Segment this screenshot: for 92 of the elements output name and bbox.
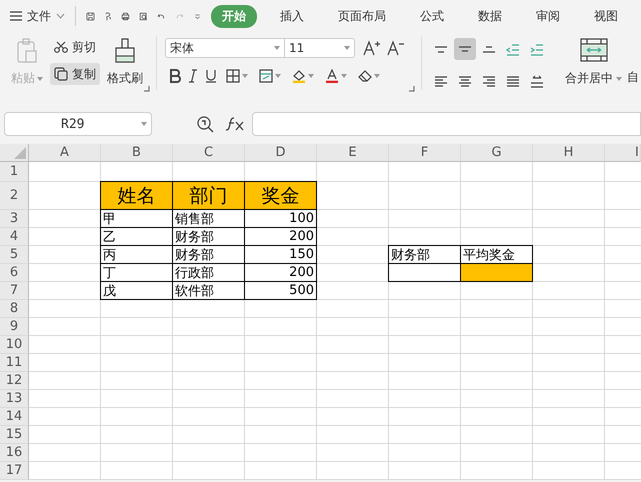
column-header[interactable]: D [245,144,317,162]
row-header[interactable]: 7 [0,282,29,300]
font-color-icon[interactable] [325,69,339,83]
row-header[interactable]: 17 [0,462,29,480]
cut-button[interactable]: 剪切 [50,36,100,58]
dropdown-caret-icon[interactable] [141,122,147,126]
align-center-icon [457,74,473,88]
dropdown-caret-icon[interactable] [344,46,350,50]
align-outdent-icon [505,42,521,56]
row-header[interactable]: 10 [0,336,29,354]
font-name-select[interactable]: 宋体 [165,38,285,58]
merge-cells-icon [580,38,608,62]
ribbon-tab[interactable]: 数据 [467,4,514,28]
row-header[interactable]: 13 [0,390,29,408]
row-header[interactable]: 2 [0,182,29,210]
conditional-format-icon[interactable] [259,69,273,83]
clipboard-icon [16,38,38,64]
copy-button[interactable]: 复制 [50,63,100,85]
file-menu[interactable]: 文件 [10,8,65,24]
bold-icon[interactable] [169,69,181,83]
row-header[interactable]: 9 [0,318,29,336]
decrease-font-size-icon[interactable] [387,40,405,56]
scissors-icon [54,41,68,53]
align-top-icon [435,46,447,52]
align-justify-icon [505,74,521,88]
column-header[interactable]: H [533,144,605,162]
row-header[interactable]: 6 [0,264,29,282]
column-header[interactable]: A [29,144,101,162]
table-header-cell: 部门 [172,181,245,210]
align-middle-button[interactable] [454,38,476,60]
dropdown-caret-icon[interactable] [308,74,314,78]
italic-icon[interactable] [188,69,198,83]
align-right-icon [481,74,497,88]
chevron-down-icon[interactable] [56,13,65,19]
paste-label: 粘贴 [11,70,35,87]
eraser-icon[interactable] [358,69,372,83]
row-header[interactable]: 15 [0,426,29,444]
row-header[interactable]: 11 [0,354,29,372]
dialog-launcher-icon[interactable] [144,86,150,92]
name-box[interactable]: R29 [4,112,152,136]
dropdown-caret-icon[interactable] [374,74,380,78]
ribbon-tab[interactable]: 开始 [211,4,258,28]
ribbon-button-label[interactable]: 自 [627,69,639,86]
underline-icon[interactable] [205,69,217,83]
row-header[interactable]: 8 [0,300,29,318]
zoom-icon[interactable] [196,115,214,133]
insert-function-icon[interactable] [226,117,244,131]
ribbon-tab[interactable]: 审阅 [525,4,572,28]
dropdown-caret-icon[interactable] [242,74,248,78]
column-header[interactable]: G [461,144,533,162]
font-size-select[interactable]: 11 [285,38,355,58]
table-cell: 财务部 [388,245,461,264]
dropdown-caret-icon[interactable] [341,74,347,78]
table-cell: 软件部 [172,281,245,300]
row-header[interactable]: 12 [0,372,29,390]
row-header[interactable]: 4 [0,228,29,246]
copy-icon [54,67,68,81]
column-header[interactable]: I [605,144,641,162]
align-indent-icon [529,42,545,56]
column-header[interactable]: C [173,144,245,162]
align-middle-icon [459,46,471,52]
dropdown-caret-icon[interactable] [616,76,622,80]
column-header[interactable]: F [389,144,461,162]
column-header[interactable]: E [317,144,389,162]
ribbon-tab[interactable]: 插入 [269,4,316,28]
column-header[interactable]: B [101,144,173,162]
dialog-launcher-icon[interactable] [409,86,415,92]
row-header[interactable]: 5 [0,246,29,264]
table-cell: 500 [244,281,317,300]
align-left-icon [433,74,449,88]
formula-input[interactable] [252,112,641,136]
table-cell: 戊 [100,281,173,300]
row-header[interactable]: 1 [0,162,29,182]
row-header[interactable]: 3 [0,210,29,228]
align-distribute-icon [529,74,545,88]
dropdown-caret-icon[interactable] [275,74,281,78]
merge-center-button[interactable]: 合并居中 [562,36,625,96]
table-header-cell: 姓名 [100,181,173,210]
row-header[interactable]: 16 [0,444,29,462]
ribbon-tab[interactable]: 视图 [583,4,630,28]
format-painter-button[interactable]: 格式刷 [104,36,146,96]
fill-color-icon[interactable] [292,69,306,83]
ribbon-tab[interactable]: 公式 [409,4,456,28]
brush-icon [113,38,137,64]
row-header[interactable]: 14 [0,408,29,426]
ribbon-tab[interactable]: 页面布局 [327,4,398,28]
increase-font-size-icon[interactable] [363,40,381,56]
align-bottom-icon [483,46,495,52]
table-header-cell: 奖金 [244,181,317,210]
menu-icon[interactable] [10,11,22,21]
dropdown-caret-icon[interactable] [274,46,280,50]
borders-icon[interactable] [226,69,240,83]
